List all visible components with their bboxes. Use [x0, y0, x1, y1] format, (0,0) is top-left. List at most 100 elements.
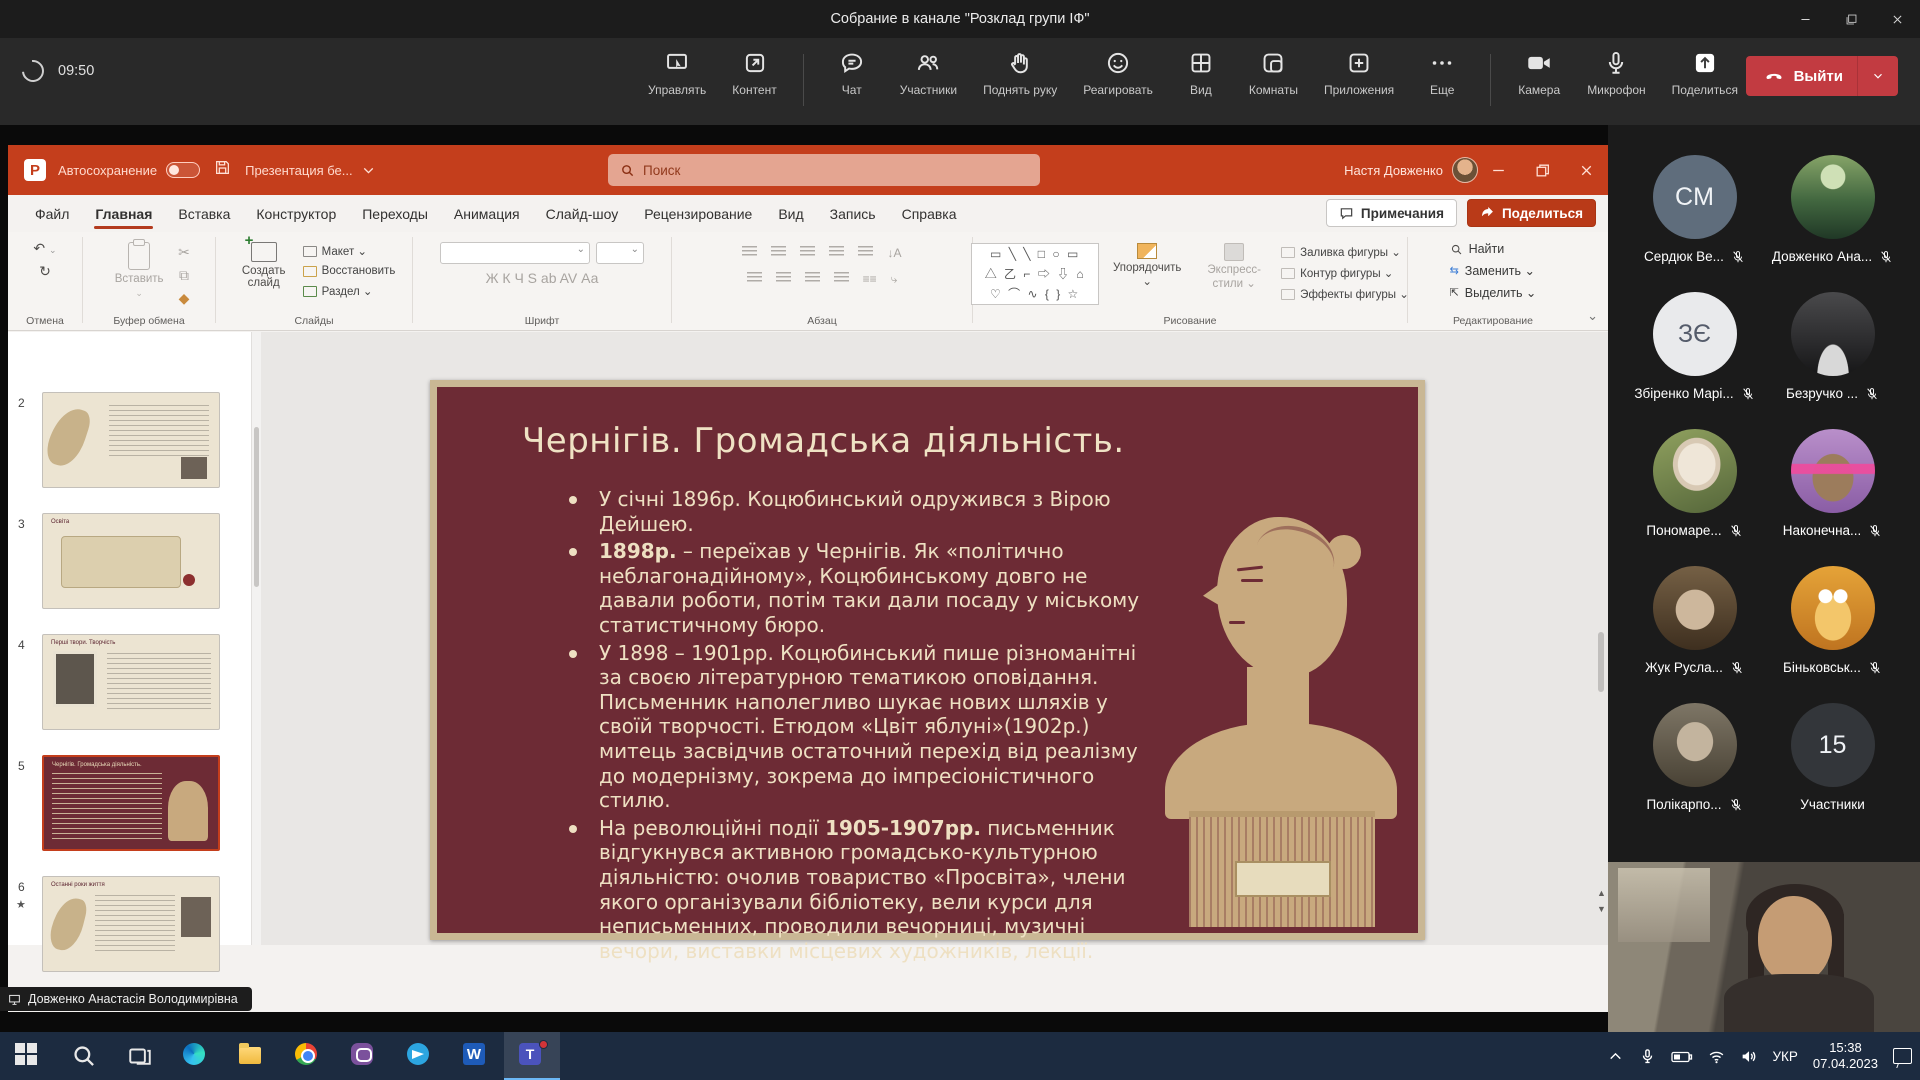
ppt-close-button[interactable] [1564, 145, 1608, 195]
participant-tile[interactable]: Біньковськ... [1764, 558, 1901, 695]
tray-mic-icon[interactable] [1639, 1048, 1656, 1065]
toolbar-button[interactable]: Приложения [1324, 50, 1394, 97]
ribbon-tab[interactable]: Вставка [165, 198, 243, 230]
slide-thumbnail-row[interactable]: 3 Освіта [8, 513, 252, 611]
shape-effects-button[interactable]: Эффекты фигуры ⌄ [1281, 287, 1409, 301]
canvas-scrollbar[interactable]: ▲ ▼ [1596, 332, 1606, 945]
slide-bullet[interactable]: У січні 1896р. Коцюбинський одружився з … [557, 487, 1157, 536]
shape-outline-button[interactable]: Контур фигуры ⌄ [1281, 266, 1393, 280]
toolbar-button[interactable]: Управлять [648, 50, 706, 97]
slide-thumbnail-row[interactable]: 5 Чернігів. Громадська діяльність. [8, 755, 252, 853]
ribbon-tab[interactable]: Вид [765, 198, 816, 230]
paste-button[interactable]: Вставить ⌄ [108, 242, 170, 307]
taskbar-app-button[interactable] [112, 1032, 168, 1080]
ribbon-collapse-chevron-icon[interactable]: ⌄ [1587, 308, 1598, 324]
slide-thumbnail[interactable]: Чернігів. Громадська діяльність. [42, 755, 220, 851]
close-button[interactable] [1874, 0, 1920, 38]
participant-tile[interactable]: Полікарпо... [1626, 695, 1763, 832]
participant-tile[interactable]: Безручко ... [1764, 284, 1901, 421]
self-video[interactable] [1608, 862, 1920, 1032]
slide-bullet[interactable]: У 1898 – 1901рр. Коцюбинський пише різно… [557, 641, 1157, 813]
cut-button[interactable]: ✂ [178, 244, 190, 261]
shapes-gallery[interactable]: ▭ ╲ ╲ □ ○ ▭ △ 乙 ⌐ ⇨ ⇩ ⌂ ♡ ⌒ ∿ { } ☆ [971, 243, 1099, 305]
numbering-button[interactable] [771, 246, 786, 257]
account-chip[interactable]: Настя Довженко [1344, 145, 1478, 195]
replace-button[interactable]: ⇆Заменить ⌄ [1450, 263, 1535, 278]
next-slide-button[interactable]: ▼ [1597, 904, 1606, 914]
language-indicator[interactable]: УКР [1772, 1049, 1797, 1064]
participant-tile[interactable]: 15 Участники [1764, 695, 1901, 832]
autosave-control[interactable]: Автосохранение [58, 162, 200, 178]
font-buttons[interactable]: Ж К Ч S ab AV Аа [486, 270, 599, 286]
leave-options-chevron-icon[interactable] [1858, 69, 1898, 83]
new-slide-button[interactable]: Создать слайд [233, 242, 295, 298]
taskbar-app-button[interactable] [392, 1032, 448, 1080]
search-input[interactable] [643, 163, 983, 178]
hidden-icons-chevron-icon[interactable] [1607, 1048, 1624, 1065]
taskbar-app-button[interactable] [224, 1032, 280, 1080]
taskbar-app-button[interactable] [0, 1032, 56, 1080]
participant-tile[interactable]: Пономаре... [1626, 421, 1763, 558]
align-center-button[interactable] [776, 272, 791, 283]
arrange-button[interactable]: Упорядочить ⌄ [1107, 243, 1187, 305]
font-size-combo[interactable] [596, 242, 644, 264]
clock[interactable]: 15:38 07.04.2023 [1813, 1040, 1878, 1072]
slide-bullet-list[interactable]: У січні 1896р. Коцюбинський одружився з … [557, 487, 1157, 966]
align-left-button[interactable] [747, 272, 762, 283]
participant-tile[interactable]: ЗЄ Збіренко Марі... [1626, 284, 1763, 421]
slide-thumbnail-row[interactable]: 2 [8, 392, 252, 490]
undo-button[interactable]: ↶ ⌄ [33, 240, 56, 257]
slide-thumbnail[interactable] [42, 392, 220, 488]
ribbon-tab[interactable]: Главная [82, 198, 165, 230]
slide-thumbnail-row[interactable]: 4 Перші твори. Творчість [8, 634, 252, 732]
search-box[interactable] [608, 154, 1040, 186]
maximize-button[interactable] [1828, 0, 1874, 38]
action-center-icon[interactable] [1893, 1048, 1912, 1064]
ppt-share-button[interactable]: Поделиться [1467, 199, 1596, 227]
toolbar-button[interactable]: Комнаты [1249, 50, 1298, 97]
reset-button[interactable]: Восстановить [303, 265, 396, 277]
slide-thumbnail[interactable]: Освіта [42, 513, 220, 609]
line-spacing-button[interactable] [858, 246, 873, 257]
toolbar-button[interactable]: Контент [732, 50, 776, 97]
ribbon-tab[interactable]: Рецензирование [631, 198, 765, 230]
shape-fill-button[interactable]: Заливка фигуры ⌄ [1281, 245, 1401, 259]
toolbar-button[interactable]: Вид [1179, 50, 1223, 97]
slide-title[interactable]: Чернігів. Громадська діяльність. [522, 421, 1125, 461]
taskbar-app-button[interactable]: T [504, 1032, 560, 1080]
slide-bullet[interactable]: На революційні події 1905-1907рр. письме… [557, 816, 1157, 964]
participant-tile[interactable]: Довженко Ана... [1764, 147, 1901, 284]
smartart-button[interactable]: ⤷ [891, 272, 898, 287]
participant-tile[interactable]: Жук Русла... [1626, 558, 1763, 695]
slide-thumbnail-row[interactable]: 6 ★ Останні роки життя [8, 876, 252, 974]
format-painter-button[interactable]: ◆ [179, 290, 190, 307]
document-title[interactable]: Презентация бе... [245, 162, 377, 179]
ribbon-tab[interactable]: Файл [22, 198, 82, 230]
taskbar-app-button[interactable] [56, 1032, 112, 1080]
battery-icon[interactable] [1671, 1048, 1693, 1065]
taskbar-app-button[interactable] [336, 1032, 392, 1080]
participant-tile[interactable]: CM Сердюк Ве... [1626, 147, 1763, 284]
wifi-icon[interactable] [1708, 1048, 1725, 1065]
slide-bullet[interactable]: 1898р. – переїхав у Чернігів. Як «політи… [557, 539, 1157, 637]
comments-button[interactable]: Примечания [1326, 199, 1457, 227]
taskbar-app-button[interactable]: W [448, 1032, 504, 1080]
slide[interactable]: Чернігів. Громадська діяльність. У січні… [430, 380, 1425, 940]
text-direction-button[interactable]: ↓A [887, 246, 901, 260]
ribbon-tab[interactable]: Справка [889, 198, 970, 230]
toolbar-button[interactable]: Поделиться [1672, 50, 1738, 97]
section-button[interactable]: Раздел ⌄ [303, 284, 373, 298]
toolbar-button[interactable]: Еще [1420, 50, 1464, 97]
ribbon-tab[interactable]: Анимация [441, 198, 533, 230]
indent-decrease-button[interactable] [800, 246, 815, 257]
ribbon-tab[interactable]: Конструктор [243, 198, 349, 230]
volume-icon[interactable] [1740, 1048, 1757, 1065]
toolbar-button[interactable]: Поднять руку [983, 50, 1057, 97]
toolbar-button[interactable]: Камера [1517, 50, 1561, 97]
slide-thumbnail[interactable]: Перші твори. Творчість [42, 634, 220, 730]
previous-slide-button[interactable]: ▲ [1597, 888, 1606, 898]
toolbar-button[interactable]: Участники [900, 50, 957, 97]
slide-thumbnail[interactable]: Останні роки життя [42, 876, 220, 972]
copy-button[interactable]: ⧉ [179, 267, 189, 284]
ribbon-tab[interactable]: Переходы [349, 198, 441, 230]
